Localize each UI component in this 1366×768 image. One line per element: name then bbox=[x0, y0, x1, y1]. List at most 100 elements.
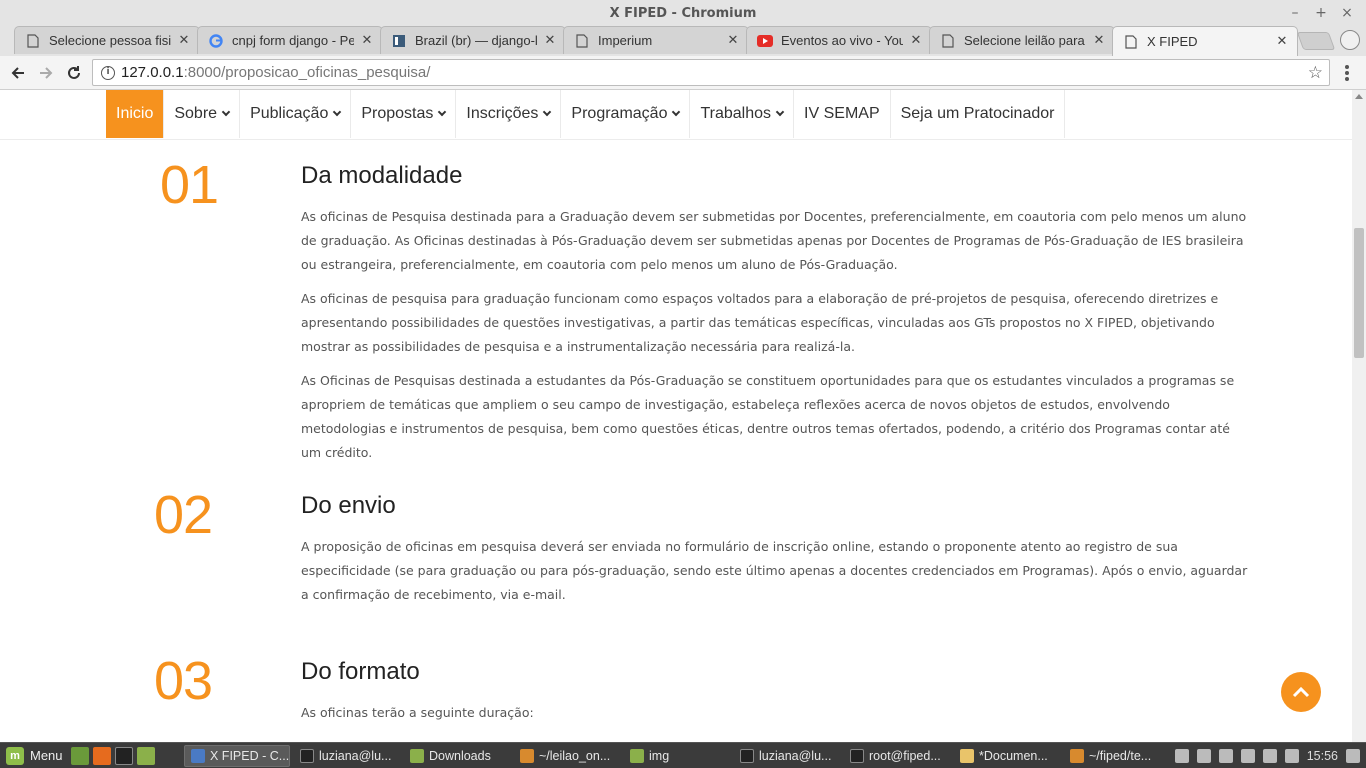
nav-item-label: Publicação bbox=[250, 105, 329, 122]
close-tab-icon[interactable]: ✕ bbox=[1275, 34, 1289, 49]
system-tray: 15:56 bbox=[1174, 743, 1360, 768]
nav-item-label: Trabalhos bbox=[700, 105, 772, 122]
google-icon bbox=[208, 33, 224, 49]
page-scrollbar[interactable] bbox=[1352, 90, 1366, 742]
browser-tab[interactable]: Brazil (br) — django-lo ✕ bbox=[380, 26, 566, 54]
network-icon[interactable] bbox=[1240, 749, 1255, 763]
taskbar-window[interactable]: img bbox=[624, 745, 730, 767]
text-editor-icon bbox=[960, 749, 974, 763]
close-tab-icon[interactable]: ✕ bbox=[360, 33, 374, 48]
site-info-icon[interactable]: i bbox=[101, 65, 115, 80]
show-desktop-icon[interactable] bbox=[70, 746, 89, 765]
close-icon[interactable]: × bbox=[1336, 4, 1358, 22]
close-tab-icon[interactable]: ✕ bbox=[177, 33, 191, 48]
close-tab-icon[interactable]: ✕ bbox=[1092, 33, 1106, 48]
nav-item-label: IV SEMAP bbox=[804, 105, 880, 122]
taskbar-window[interactable]: *Documen... bbox=[954, 745, 1060, 767]
window-titlebar: X FIPED - Chromium – + × bbox=[0, 0, 1366, 26]
nav-item-iv-semap[interactable]: IV SEMAP bbox=[794, 90, 891, 138]
nav-item-label: Propostas bbox=[361, 105, 434, 122]
editor-icon bbox=[520, 749, 534, 763]
taskbar-window[interactable]: X FIPED - C... bbox=[184, 745, 290, 767]
bookmark-star-icon[interactable]: ☆ bbox=[1308, 63, 1323, 83]
scroll-up-icon[interactable] bbox=[1355, 94, 1363, 99]
taskbar-window[interactable]: Downloads bbox=[404, 745, 510, 767]
nav-item-patrocinador[interactable]: Seja um Pratocinador bbox=[891, 90, 1066, 138]
taskbar-window[interactable]: ~/fiped/te... bbox=[1064, 745, 1164, 767]
tab-label: cnpj form django - Pes bbox=[232, 33, 354, 48]
nav-item-sobre[interactable]: Sobre bbox=[164, 90, 241, 138]
back-icon[interactable] bbox=[6, 61, 30, 85]
scrollbar-thumb[interactable] bbox=[1354, 228, 1364, 358]
browser-tab[interactable]: Selecione pessoa fisic ✕ bbox=[14, 26, 200, 54]
terminal-icon[interactable] bbox=[114, 746, 133, 765]
browser-tab[interactable]: Eventos ao vivo - YouT ✕ bbox=[746, 26, 932, 54]
page-icon bbox=[940, 33, 956, 49]
page-viewport: Inicio Sobre Publicação Propostas Inscri… bbox=[0, 90, 1352, 742]
tab-label: Selecione leilão para bbox=[964, 33, 1085, 48]
terminal-icon bbox=[740, 749, 754, 763]
notification-icon[interactable] bbox=[1346, 749, 1360, 763]
taskbar-window-label: *Documen... bbox=[979, 749, 1048, 763]
taskbar-window[interactable]: root@fiped... bbox=[844, 745, 950, 767]
docs-icon bbox=[391, 33, 407, 49]
start-menu-button[interactable]: m Menu bbox=[0, 746, 69, 765]
browser-toolbar: i 127.0.0.1:8000/proposicao_oficinas_pes… bbox=[0, 56, 1366, 90]
site-navbar: Inicio Sobre Publicação Propostas Inscri… bbox=[0, 90, 1352, 140]
terminal-icon bbox=[850, 749, 864, 763]
firefox-icon[interactable] bbox=[92, 746, 111, 765]
section-title: Da modalidade bbox=[301, 162, 463, 189]
folder-icon bbox=[410, 749, 424, 763]
terminal-icon bbox=[300, 749, 314, 763]
section-paragraph: As oficinas de pesquisa para graduação f… bbox=[301, 291, 1219, 354]
close-tab-icon[interactable]: ✕ bbox=[726, 33, 740, 48]
chevron-down-icon bbox=[543, 107, 552, 117]
address-bar[interactable]: i 127.0.0.1:8000/proposicao_oficinas_pes… bbox=[92, 59, 1330, 86]
tab-label: X FIPED bbox=[1147, 34, 1198, 49]
bluetooth-icon[interactable] bbox=[1284, 749, 1299, 763]
nav-item-trabalhos[interactable]: Trabalhos bbox=[690, 90, 795, 138]
browser-tab[interactable]: Imperium ✕ bbox=[563, 26, 749, 54]
tab-label: Brazil (br) — django-lo bbox=[415, 33, 537, 48]
wifi-icon[interactable] bbox=[1196, 749, 1211, 763]
profile-icon[interactable] bbox=[1340, 30, 1360, 50]
shield-icon[interactable] bbox=[1262, 749, 1277, 763]
user-icon[interactable] bbox=[1174, 749, 1189, 763]
close-tab-icon[interactable]: ✕ bbox=[909, 33, 923, 48]
chromium-icon bbox=[191, 749, 205, 763]
chevron-down-icon bbox=[438, 107, 447, 117]
browser-tab[interactable]: Selecione leilão para ✕ bbox=[929, 26, 1115, 54]
close-tab-icon[interactable]: ✕ bbox=[543, 33, 557, 48]
folder-icon[interactable] bbox=[136, 746, 155, 765]
nav-item-inscricoes[interactable]: Inscrições bbox=[456, 90, 562, 138]
taskbar-window[interactable]: ~/leilao_on... bbox=[514, 745, 620, 767]
volume-icon[interactable] bbox=[1218, 749, 1233, 763]
taskbar-window[interactable]: luziana@lu... bbox=[294, 745, 400, 767]
taskbar-window-label: ~/fiped/te... bbox=[1089, 749, 1152, 763]
page-icon bbox=[25, 33, 41, 49]
forward-icon[interactable] bbox=[34, 61, 58, 85]
maximize-icon[interactable]: + bbox=[1310, 4, 1332, 22]
new-tab-button[interactable] bbox=[1296, 32, 1336, 50]
taskbar-window-label: luziana@lu... bbox=[319, 749, 392, 763]
nav-item-inicio[interactable]: Inicio bbox=[106, 90, 165, 138]
browser-tab[interactable]: cnpj form django - Pes ✕ bbox=[197, 26, 383, 54]
page-icon bbox=[1123, 34, 1139, 50]
browser-tab-active[interactable]: X FIPED ✕ bbox=[1112, 26, 1298, 56]
taskbar-window[interactable]: luziana@lu... bbox=[734, 745, 840, 767]
scroll-to-top-button[interactable] bbox=[1281, 672, 1321, 712]
clock[interactable]: 15:56 bbox=[1307, 749, 1338, 763]
section-paragraph: A proposição de oficinas em pesquisa dev… bbox=[301, 539, 1248, 602]
browser-menu-icon[interactable] bbox=[1340, 63, 1354, 83]
section-paragraph: As oficinas de Pesquisa destinada para a… bbox=[301, 209, 1247, 272]
nav-item-programacao[interactable]: Programação bbox=[561, 90, 691, 138]
minimize-icon[interactable]: – bbox=[1284, 4, 1306, 22]
section-title: Do formato bbox=[301, 658, 420, 685]
reload-icon[interactable] bbox=[62, 61, 86, 85]
chevron-down-icon bbox=[221, 107, 231, 117]
taskbar-window-label: root@fiped... bbox=[869, 749, 941, 763]
taskbar-window-label: img bbox=[649, 749, 670, 763]
nav-item-label: Seja um Pratocinador bbox=[900, 105, 1055, 122]
nav-item-publicacao[interactable]: Publicação bbox=[240, 90, 352, 138]
nav-item-propostas[interactable]: Propostas bbox=[351, 90, 457, 138]
